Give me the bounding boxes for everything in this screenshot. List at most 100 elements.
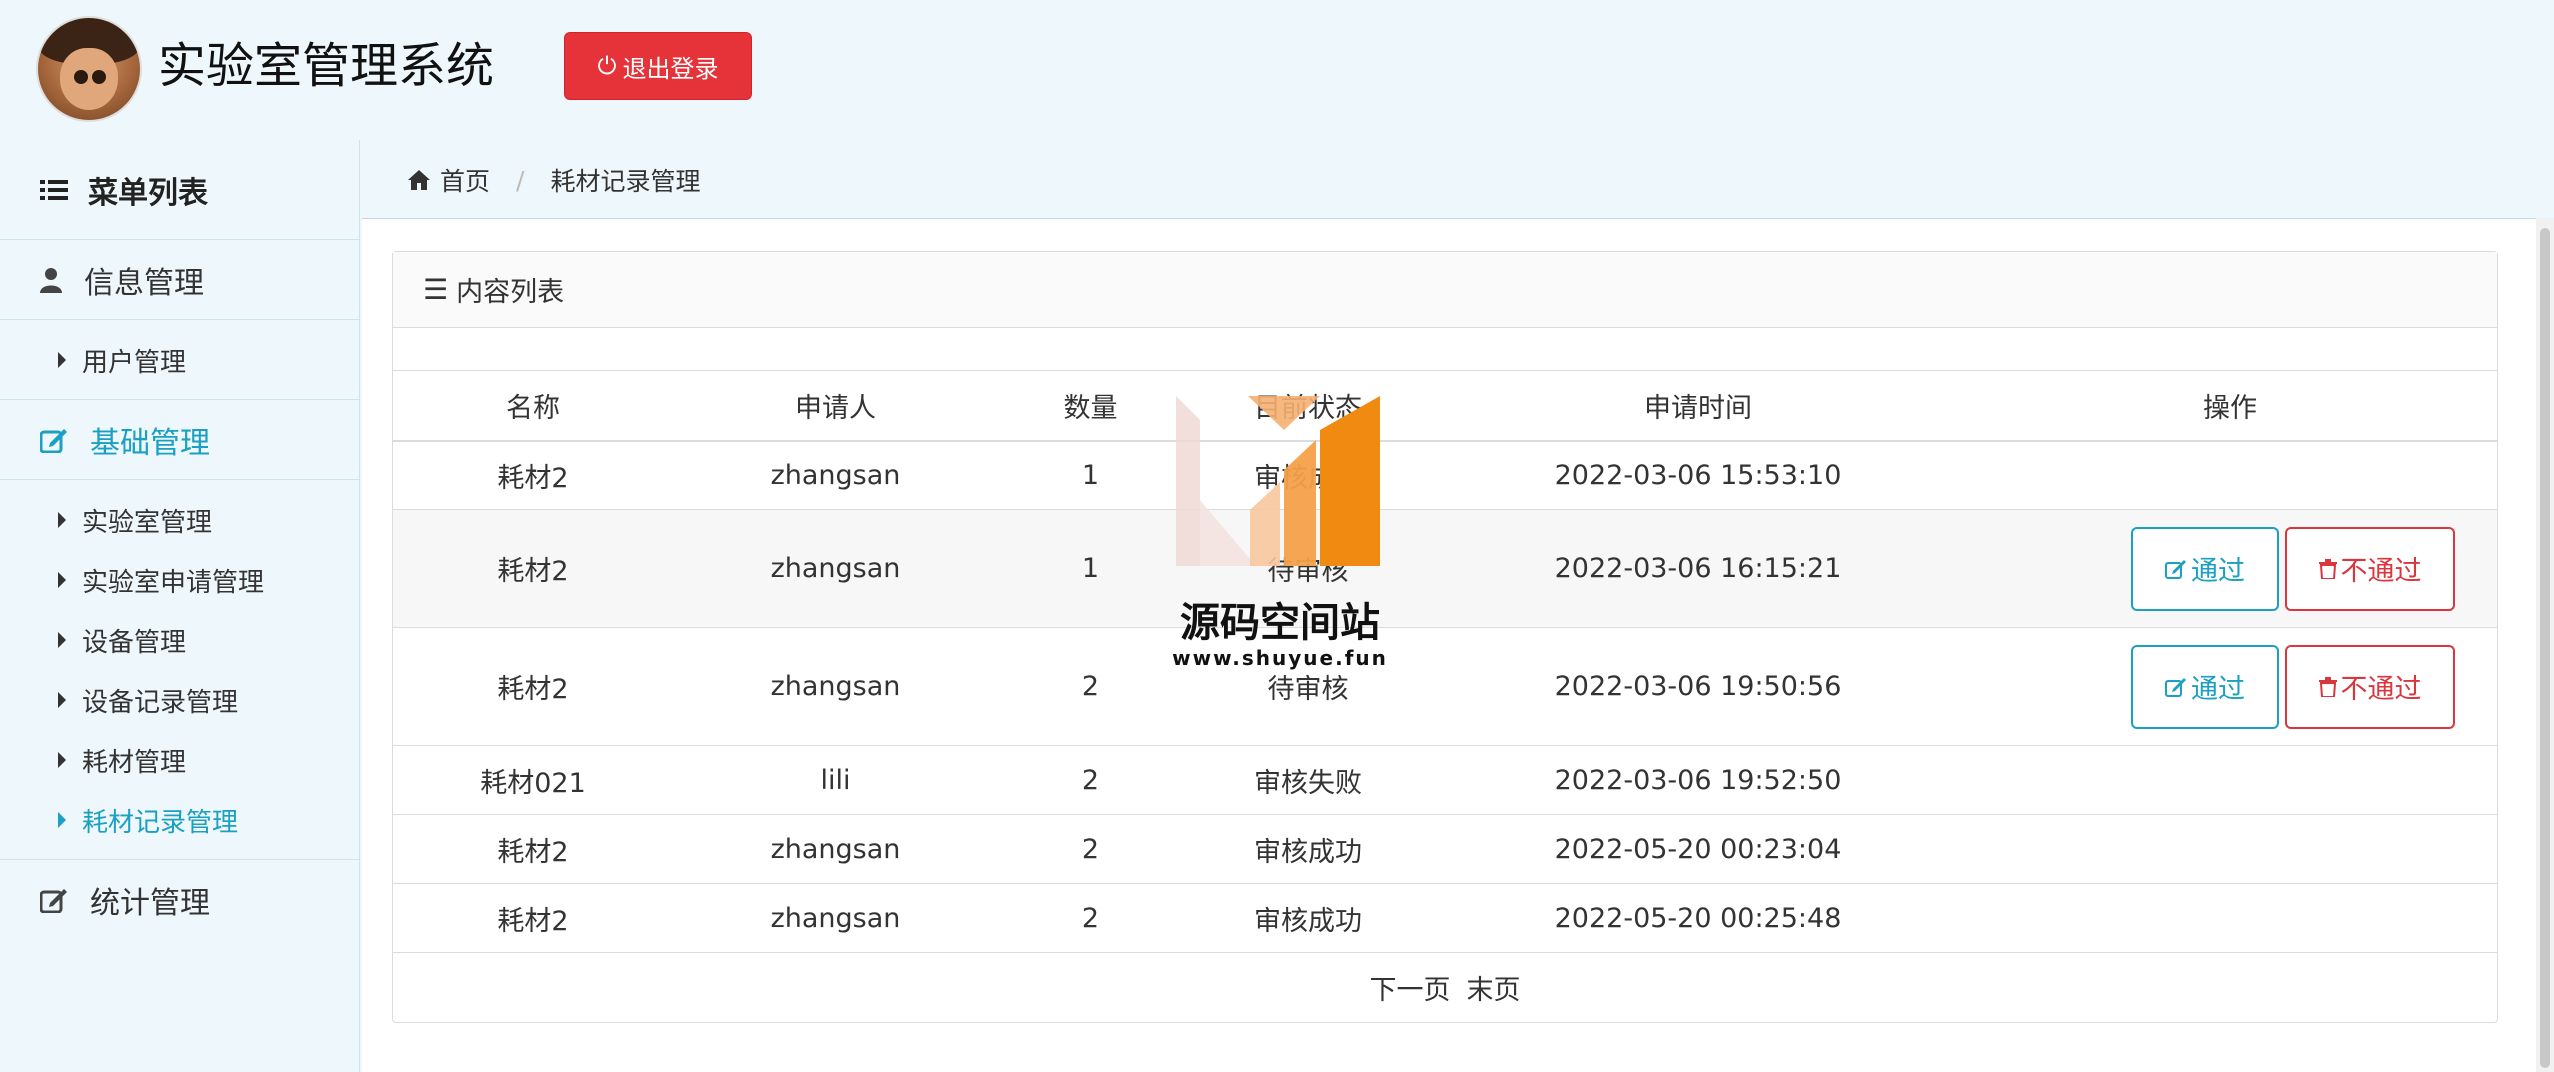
reject-button[interactable]: 不通过: [2285, 644, 2455, 729]
cell-status: 待审核: [1183, 627, 1433, 746]
cell-quantity: 1: [998, 509, 1183, 628]
reject-label: 不通过: [2340, 674, 2422, 705]
approve-button[interactable]: 通过: [2131, 526, 2279, 611]
cell-applicant: zhangsan: [673, 440, 998, 510]
sidebar-item-label: 耗材管理: [82, 747, 187, 778]
user-icon: [40, 267, 62, 293]
cell-actions: [1963, 814, 2497, 884]
cell-status: 审核失败: [1183, 745, 1433, 815]
panel-title: 内容列表: [456, 277, 565, 308]
caret-right-icon: [58, 512, 66, 528]
column-header: 名称: [393, 370, 673, 442]
cell-quantity: 2: [998, 883, 1183, 953]
column-header: 数量: [998, 370, 1183, 442]
cell-time: 2022-03-06 19:50:56: [1433, 627, 1963, 746]
approve-label: 通过: [2191, 674, 2245, 705]
sidebar-item-label: 用户管理: [82, 347, 187, 378]
cell-name: 耗材2: [393, 509, 673, 628]
main-content: ☰ 内容列表 名称 申请人 数量 目前状态 申请时间 操作 耗材2 zhangs…: [362, 218, 2536, 1072]
sidebar-item-lab-apply[interactable]: 实验室申请管理: [0, 550, 360, 610]
cell-applicant: zhangsan: [673, 627, 998, 746]
cell-name: 耗材2: [393, 440, 673, 510]
cell-quantity: 2: [998, 627, 1183, 746]
sidebar-group-basic[interactable]: 基础管理: [0, 400, 360, 480]
sidebar-item-label: 实验室申请管理: [82, 567, 265, 598]
cell-status: 审核成功: [1183, 814, 1433, 884]
reject-label: 不通过: [2340, 556, 2422, 587]
cell-actions: 通过 不通过: [1963, 627, 2497, 746]
cell-name: 耗材021: [393, 745, 673, 815]
menu-title: 菜单列表: [0, 140, 360, 240]
sidebar-group-label: 统计管理: [90, 886, 210, 921]
content-panel: ☰ 内容列表 名称 申请人 数量 目前状态 申请时间 操作 耗材2 zhangs…: [392, 251, 2498, 1023]
edit-icon: [2165, 677, 2186, 697]
sidebar-group-label: 信息管理: [84, 265, 204, 301]
column-header: 申请人: [673, 370, 998, 442]
scrollbar[interactable]: [2536, 218, 2554, 1072]
table-row: 耗材2 zhangsan 2 待审核 2022-03-06 19:50:56 通…: [393, 627, 2497, 746]
caret-right-icon: [58, 632, 66, 648]
cell-status: 审核成功: [1183, 883, 1433, 953]
app-header: 实验室管理系统 ⏻ 退出登录: [0, 0, 2554, 140]
cell-quantity: 1: [998, 440, 1183, 510]
cell-name: 耗材2: [393, 627, 673, 746]
app-title: 实验室管理系统: [158, 38, 495, 94]
table-row: 耗材2 zhangsan 2 审核成功 2022-05-20 00:25:48: [393, 883, 2497, 953]
trash-icon: [2318, 676, 2337, 697]
sidebar-item-equipment[interactable]: 设备管理: [0, 610, 360, 670]
cell-actions: [1963, 440, 2497, 510]
avatar[interactable]: [38, 18, 140, 120]
pagination: 下一页 末页: [393, 952, 2497, 1022]
cell-actions: 通过 不通过: [1963, 509, 2497, 628]
approve-button[interactable]: 通过: [2131, 644, 2279, 729]
sidebar-group-stats[interactable]: 统计管理: [0, 860, 360, 940]
cell-time: 2022-03-06 15:53:10: [1433, 440, 1963, 510]
table-row: 耗材2 zhangsan 1 待审核 2022-03-06 16:15:21 通…: [393, 509, 2497, 628]
reject-button[interactable]: 不通过: [2285, 526, 2455, 611]
caret-right-icon: [58, 572, 66, 588]
records-table: 名称 申请人 数量 目前状态 申请时间 操作 耗材2 zhangsan 1 审核…: [393, 370, 2497, 953]
sidebar-item-label: 实验室管理: [82, 507, 213, 538]
sidebar-group-label: 基础管理: [90, 425, 210, 461]
caret-right-icon: [58, 352, 66, 368]
logout-button[interactable]: ⏻ 退出登录: [564, 32, 752, 100]
sidebar-item-consumables[interactable]: 耗材管理: [0, 730, 360, 790]
table-row: 耗材2 zhangsan 2 审核成功 2022-05-20 00:23:04: [393, 814, 2497, 884]
power-icon: ⏻: [597, 52, 617, 80]
sidebar-item-label: 耗材记录管理: [82, 807, 239, 838]
last-page-link[interactable]: 末页: [1467, 968, 1521, 1007]
cell-actions: [1963, 745, 2497, 815]
breadcrumb-current: 耗材记录管理: [550, 167, 701, 196]
cell-applicant: zhangsan: [673, 883, 998, 953]
sidebar-item-users[interactable]: 用户管理: [0, 330, 360, 390]
approve-label: 通过: [2191, 556, 2245, 587]
column-header: 申请时间: [1433, 370, 1963, 442]
scrollbar-thumb[interactable]: [2540, 228, 2550, 1068]
edit-icon: [2165, 559, 2186, 579]
sidebar-item-consumable-records[interactable]: 耗材记录管理: [0, 790, 360, 850]
cell-time: 2022-05-20 00:25:48: [1433, 883, 1963, 953]
next-page-link[interactable]: 下一页: [1370, 968, 1451, 1007]
caret-right-icon: [58, 812, 66, 828]
breadcrumb-home[interactable]: 首页: [440, 162, 490, 198]
table-row: 耗材2 zhangsan 1 审核成功 2022-03-06 15:53:10: [393, 440, 2497, 510]
sidebar-item-label: 设备记录管理: [82, 687, 239, 718]
column-header: 目前状态: [1183, 370, 1433, 442]
table-row: 耗材021 lili 2 审核失败 2022-03-06 19:52:50: [393, 745, 2497, 815]
panel-header: ☰ 内容列表: [393, 252, 2497, 328]
caret-right-icon: [58, 752, 66, 768]
breadcrumb-separator: /: [516, 165, 525, 195]
home-icon: [408, 170, 430, 190]
cell-name: 耗材2: [393, 814, 673, 884]
cell-time: 2022-03-06 19:52:50: [1433, 745, 1963, 815]
column-header: 操作: [1963, 370, 2497, 442]
bars-icon: ☰: [423, 273, 449, 306]
cell-status: 审核成功: [1183, 440, 1433, 510]
sidebar-group-info[interactable]: 信息管理: [0, 240, 360, 320]
trash-icon: [2318, 558, 2337, 579]
edit-icon: [40, 428, 67, 453]
sidebar-item-equipment-records[interactable]: 设备记录管理: [0, 670, 360, 730]
edit-icon: [40, 889, 67, 913]
sidebar-item-lab[interactable]: 实验室管理: [0, 490, 360, 550]
cell-quantity: 2: [998, 745, 1183, 815]
